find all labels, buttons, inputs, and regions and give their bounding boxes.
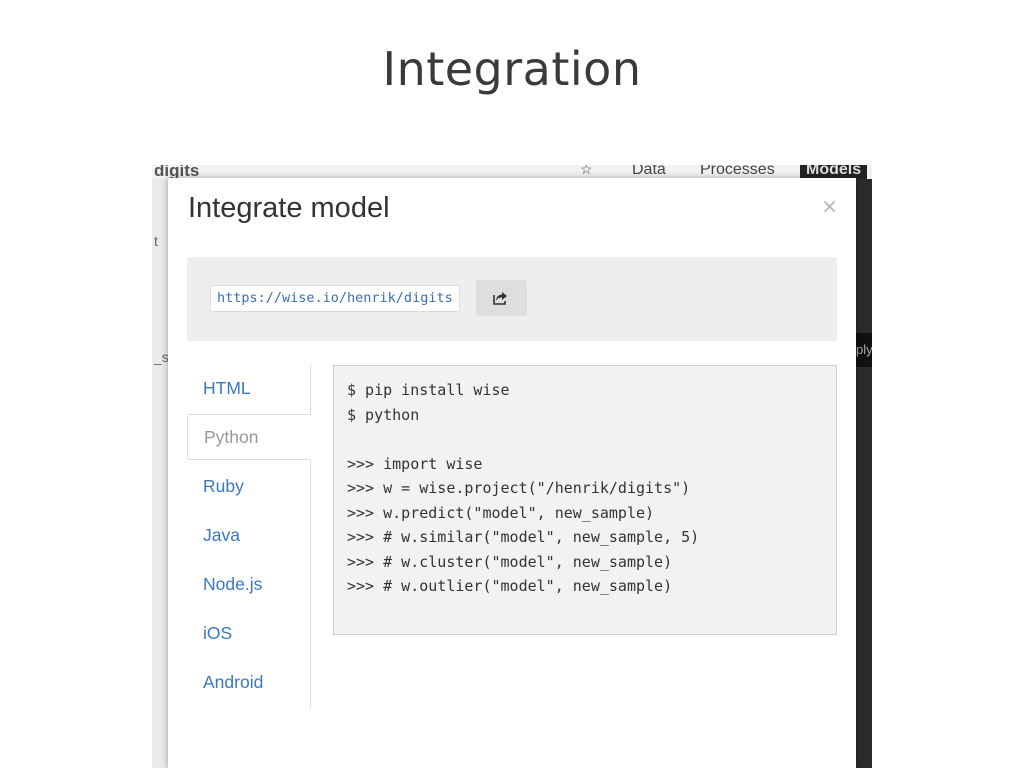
background-apply-button-fragment: ply (856, 333, 872, 367)
language-tabs: HTML Python Ruby Java Node.js iOS Androi… (187, 365, 311, 708)
tab-nodejs[interactable]: Node.js (187, 561, 309, 607)
background-right-strip (856, 179, 872, 768)
tab-python[interactable]: Python (187, 414, 311, 460)
background-app-title: digits (154, 165, 200, 179)
code-line: >>> # w.similar("model", new_sample, 5) (347, 528, 700, 546)
modal-title: Integrate model (188, 192, 390, 224)
model-url-field[interactable]: https://wise.io/henrik/digits (210, 285, 460, 312)
tab-html[interactable]: HTML (187, 365, 309, 411)
background-left-strip: t _s (152, 179, 169, 768)
share-arrow-icon (493, 292, 507, 305)
url-bar: https://wise.io/henrik/digits (187, 257, 837, 341)
tab-android[interactable]: Android (187, 659, 309, 705)
open-link-button[interactable] (476, 280, 527, 316)
background-nav-processes: Processes (700, 165, 775, 178)
background-fragment: t (154, 233, 158, 249)
tab-java[interactable]: Java (187, 512, 309, 558)
tab-ruby[interactable]: Ruby (187, 463, 309, 509)
close-icon[interactable]: × (821, 194, 838, 218)
background-app-header: digits ☆ Data Processes Models (152, 165, 872, 179)
code-line: >>> w = wise.project("/henrik/digits") (347, 479, 691, 497)
tab-ios[interactable]: iOS (187, 610, 309, 656)
code-line: >>> import wise (347, 454, 483, 473)
code-line: >>> # w.cluster("model", new_sample) (347, 552, 673, 571)
integrate-model-modal: Integrate model × https://wise.io/henrik… (168, 178, 856, 768)
background-nav-data: Data (632, 165, 666, 178)
background-fragment: _s (154, 349, 169, 365)
code-line: $ python (347, 405, 420, 424)
code-line: $ pip install wise (347, 381, 510, 399)
code-line: >>> w.predict("model", new_sample) (347, 503, 655, 522)
code-sample[interactable]: $ pip install wise $ python >>> import w… (333, 365, 837, 635)
slide-title: Integration (382, 42, 642, 96)
background-nav-models: Models (800, 165, 868, 179)
code-line: >>> # w.outlier("model", new_sample) (347, 577, 673, 595)
star-icon: ☆ (580, 165, 593, 177)
